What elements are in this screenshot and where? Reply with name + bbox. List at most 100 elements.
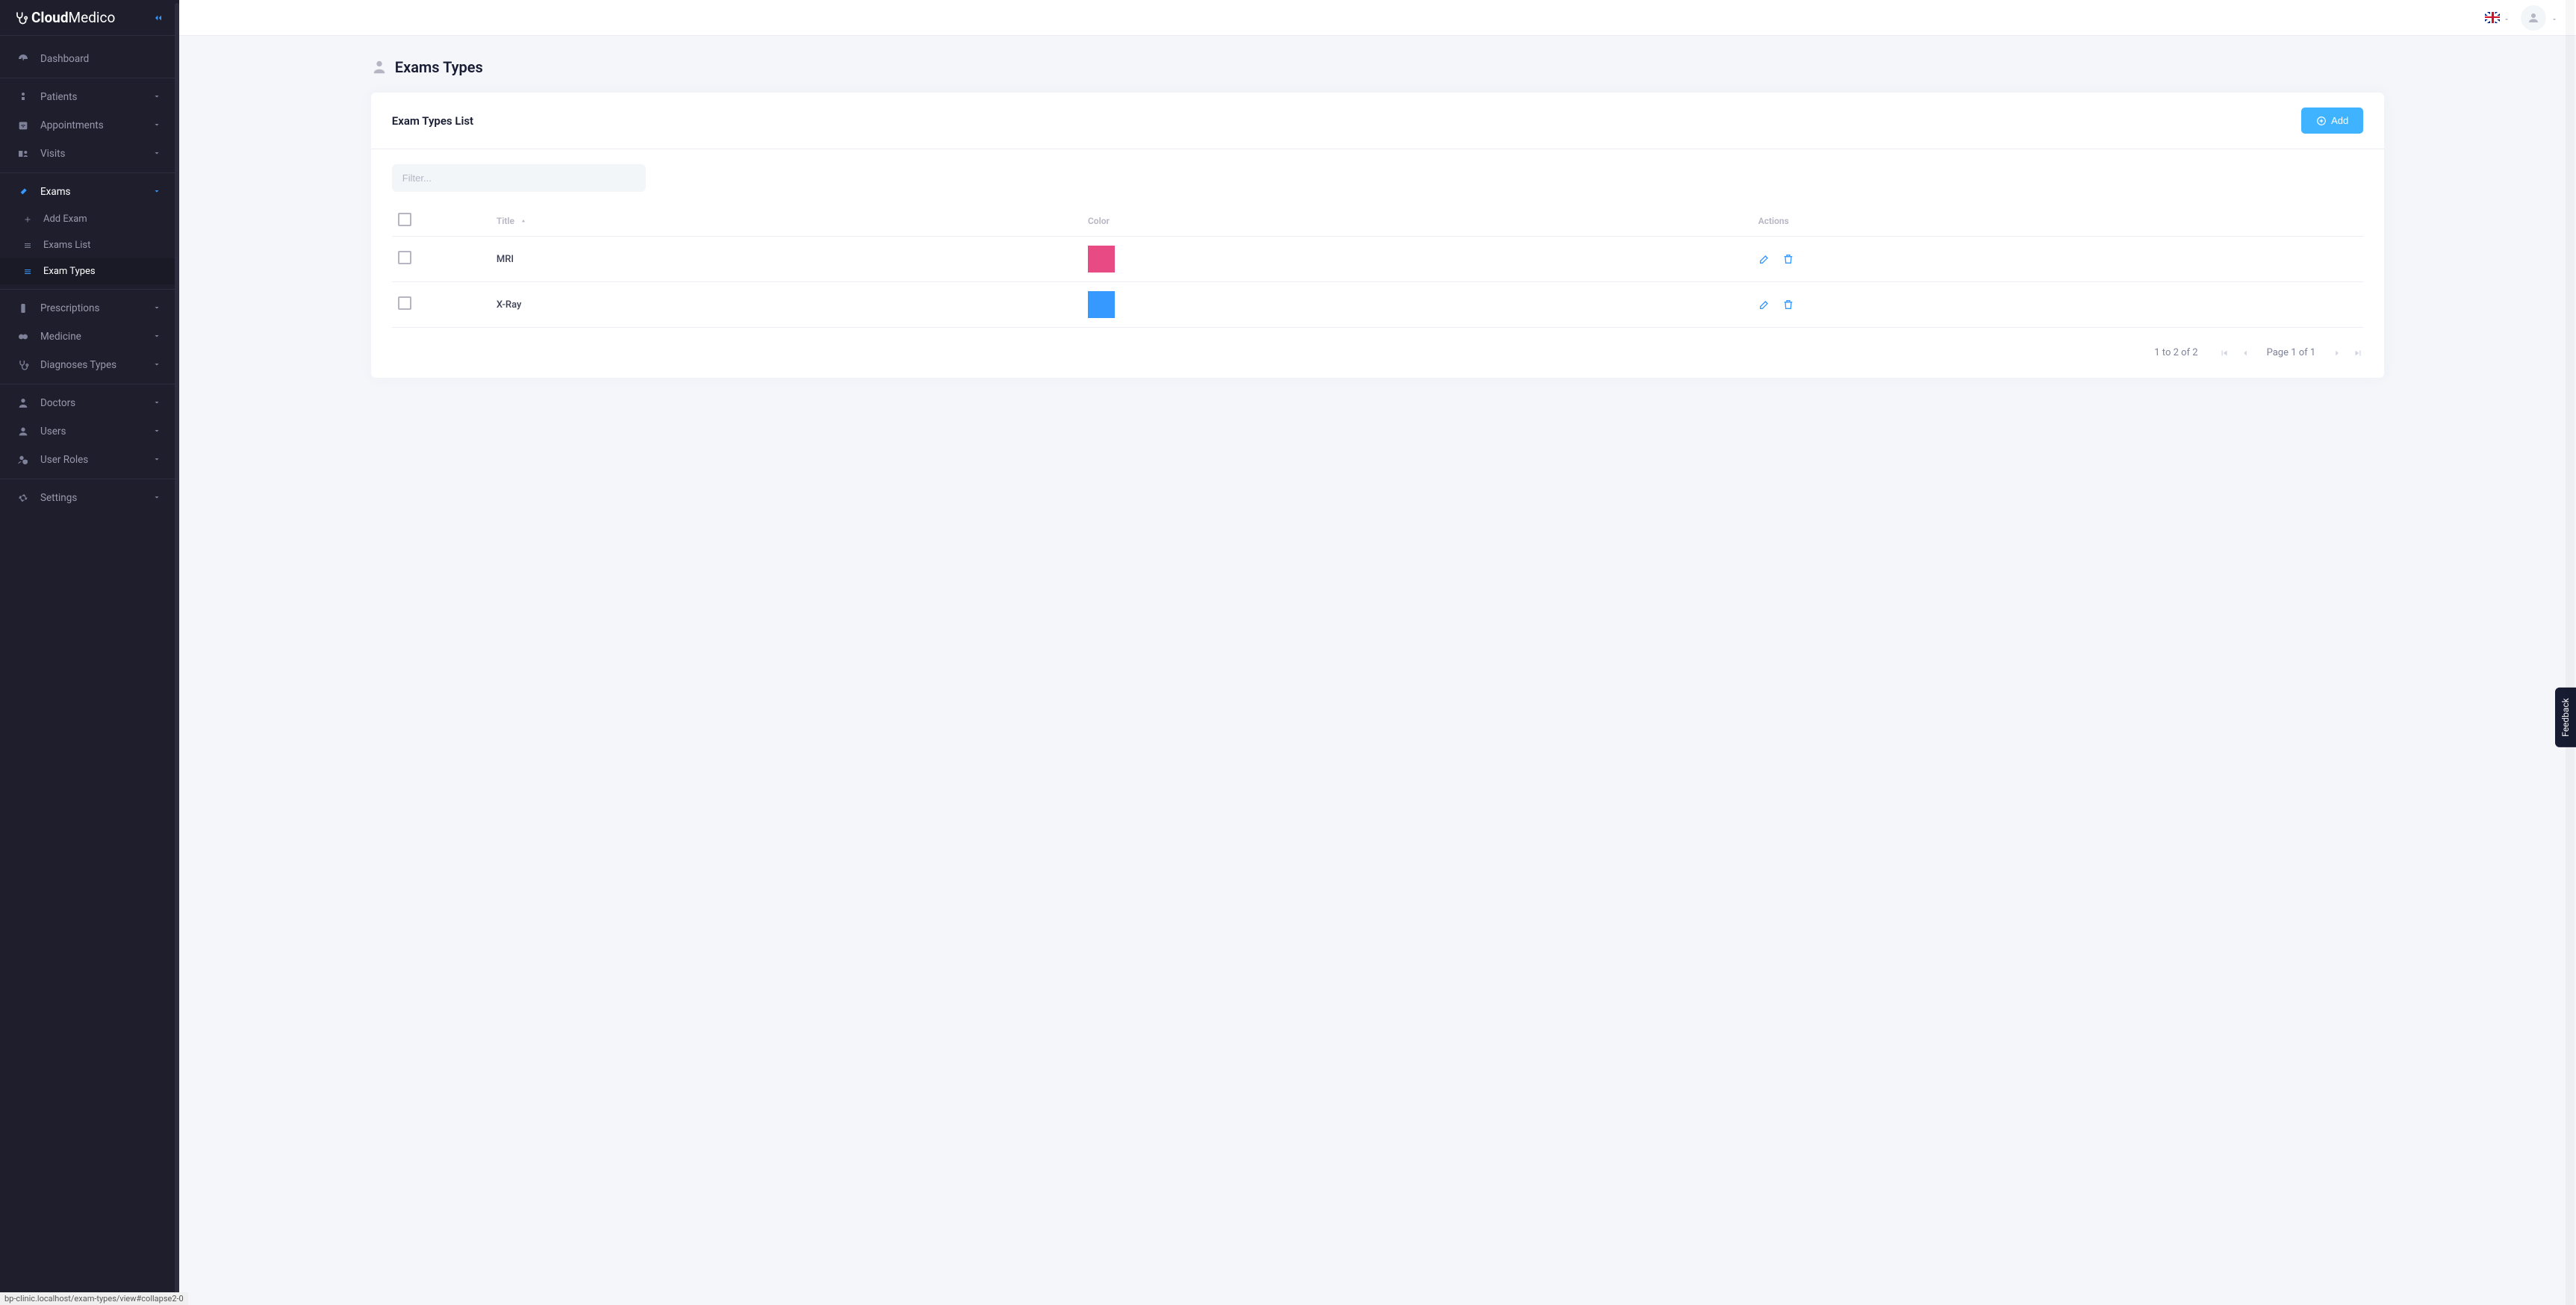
sidebar-collapse-button[interactable] — [151, 10, 166, 25]
sort-asc-icon — [520, 217, 527, 225]
brand-bar: CloudMedico — [0, 0, 179, 36]
sidebar-item-diagnoses-types[interactable]: Diagnoses Types — [0, 351, 179, 379]
pager-first[interactable] — [2219, 348, 2230, 358]
nav-label: Exams List — [43, 240, 163, 251]
gear-icon — [16, 491, 30, 505]
row-color-swatch — [1088, 246, 1115, 272]
row-title: X-Ray — [491, 282, 1082, 328]
row-checkbox[interactable] — [398, 251, 411, 264]
pagination-range: 1 to 2 of 2 — [2154, 347, 2197, 358]
column-header-title[interactable]: Title — [491, 205, 1082, 237]
add-button-label: Add — [2331, 115, 2348, 126]
chevron-down-icon — [152, 331, 163, 342]
chevron-down-icon — [152, 426, 163, 437]
sidebar-item-appointments[interactable]: Appointments — [0, 111, 179, 140]
chevron-down-icon — [152, 398, 163, 408]
filter-input[interactable] — [392, 164, 646, 192]
nav-label: Add Exam — [43, 214, 163, 225]
user-shield-icon — [16, 453, 30, 467]
page-scrollbar[interactable] — [2566, 0, 2575, 1305]
nav-label: Diagnoses Types — [40, 359, 142, 371]
delete-button[interactable] — [1782, 253, 1794, 265]
chevron-double-left-icon — [152, 12, 164, 24]
sidebar-item-prescriptions[interactable]: Prescriptions — [0, 294, 179, 323]
browser-status-bar: bp-clinic.localhost/exam-types/view#coll… — [0, 1292, 188, 1305]
stethoscope-icon — [16, 358, 30, 372]
language-selector[interactable] — [2485, 12, 2510, 23]
edit-icon — [1758, 253, 1770, 265]
wheelchair-icon — [16, 90, 30, 104]
table-row: X-Ray — [392, 282, 2363, 328]
nav-label: Medicine — [40, 331, 142, 343]
sidebar-item-patients[interactable]: Patients — [0, 83, 179, 111]
sidebar-subitem-exam-types[interactable]: Exam Types — [0, 258, 179, 284]
col-title-label: Title — [497, 216, 514, 226]
delete-button[interactable] — [1782, 299, 1794, 311]
nav-label: Visits — [40, 148, 142, 160]
user-menu[interactable] — [2521, 5, 2558, 31]
add-button[interactable]: Add — [2301, 108, 2363, 134]
select-all-checkbox[interactable] — [398, 213, 411, 226]
list-icon — [22, 240, 33, 251]
sidebar-item-dashboard[interactable]: Dashboard — [0, 45, 179, 73]
sidebar-subitem-exams-list[interactable]: Exams List — [0, 232, 179, 258]
syringe-icon — [16, 185, 30, 199]
row-title: MRI — [491, 237, 1082, 282]
gauge-icon — [16, 52, 30, 66]
sidebar-item-exams[interactable]: Exams — [0, 178, 179, 206]
sidebar-subitem-add-exam[interactable]: Add Exam — [0, 206, 179, 232]
pager-next[interactable] — [2332, 348, 2342, 358]
trash-icon — [1782, 299, 1794, 311]
exam-types-table: Title Color Actions MRI X- — [392, 205, 2363, 328]
page-title: Exams Types — [395, 58, 483, 76]
nav-label: Prescriptions — [40, 302, 142, 314]
pager-prev[interactable] — [2240, 348, 2250, 358]
calendar-plus-icon — [16, 119, 30, 132]
card-title: Exam Types List — [392, 114, 473, 128]
sidebar-item-medicine[interactable]: Medicine — [0, 323, 179, 351]
chevron-down-icon — [152, 187, 163, 197]
chevron-down-icon — [152, 149, 163, 159]
nav-label: Users — [40, 426, 142, 437]
topbar — [179, 0, 2576, 36]
pager-last[interactable] — [2353, 348, 2363, 358]
table-footer: 1 to 2 of 2 Page 1 of 1 — [392, 328, 2363, 358]
chevron-down-icon — [152, 92, 163, 102]
chevron-down-icon — [2551, 14, 2558, 22]
edit-button[interactable] — [1758, 253, 1770, 265]
row-color-swatch — [1088, 291, 1115, 318]
nav-label: Patients — [40, 91, 142, 103]
exam-types-card: Exam Types List Add Title — [371, 93, 2384, 378]
stethoscope-icon — [13, 10, 28, 25]
prescription-icon — [16, 302, 30, 315]
chevron-down-icon — [152, 120, 163, 131]
chevron-down-icon — [152, 493, 163, 503]
edit-icon — [1758, 299, 1770, 311]
uk-flag-icon — [2485, 12, 2500, 23]
sidebar-item-doctors[interactable]: Doctors — [0, 389, 179, 417]
sidebar-item-visits[interactable]: Visits — [0, 140, 179, 168]
plus-icon — [22, 214, 33, 225]
column-header-color: Color — [1082, 205, 1752, 237]
sidebar-nav: Dashboard Patients Appointments Visits — [0, 36, 179, 1305]
nav-label: Appointments — [40, 119, 142, 131]
sidebar-item-settings[interactable]: Settings — [0, 484, 179, 512]
hospital-user-icon — [16, 147, 30, 161]
pills-icon — [16, 330, 30, 343]
sidebar-item-user-roles[interactable]: User Roles — [0, 446, 179, 474]
chevron-down-icon — [152, 360, 163, 370]
chevron-down-icon — [152, 455, 163, 465]
sidebar-item-users[interactable]: Users — [0, 417, 179, 446]
row-checkbox[interactable] — [398, 296, 411, 310]
nav-label: Dashboard — [40, 53, 163, 65]
list-icon — [22, 267, 33, 277]
trash-icon — [1782, 253, 1794, 265]
nav-label: Doctors — [40, 397, 142, 409]
table-row: MRI — [392, 237, 2363, 282]
chevron-down-icon — [2503, 14, 2510, 22]
nav-label: Settings — [40, 492, 142, 504]
sidebar: CloudMedico Dashboard Patients Appointme… — [0, 0, 179, 1305]
nav-label: Exam Types — [43, 266, 163, 277]
avatar-icon — [2521, 5, 2546, 31]
edit-button[interactable] — [1758, 299, 1770, 311]
